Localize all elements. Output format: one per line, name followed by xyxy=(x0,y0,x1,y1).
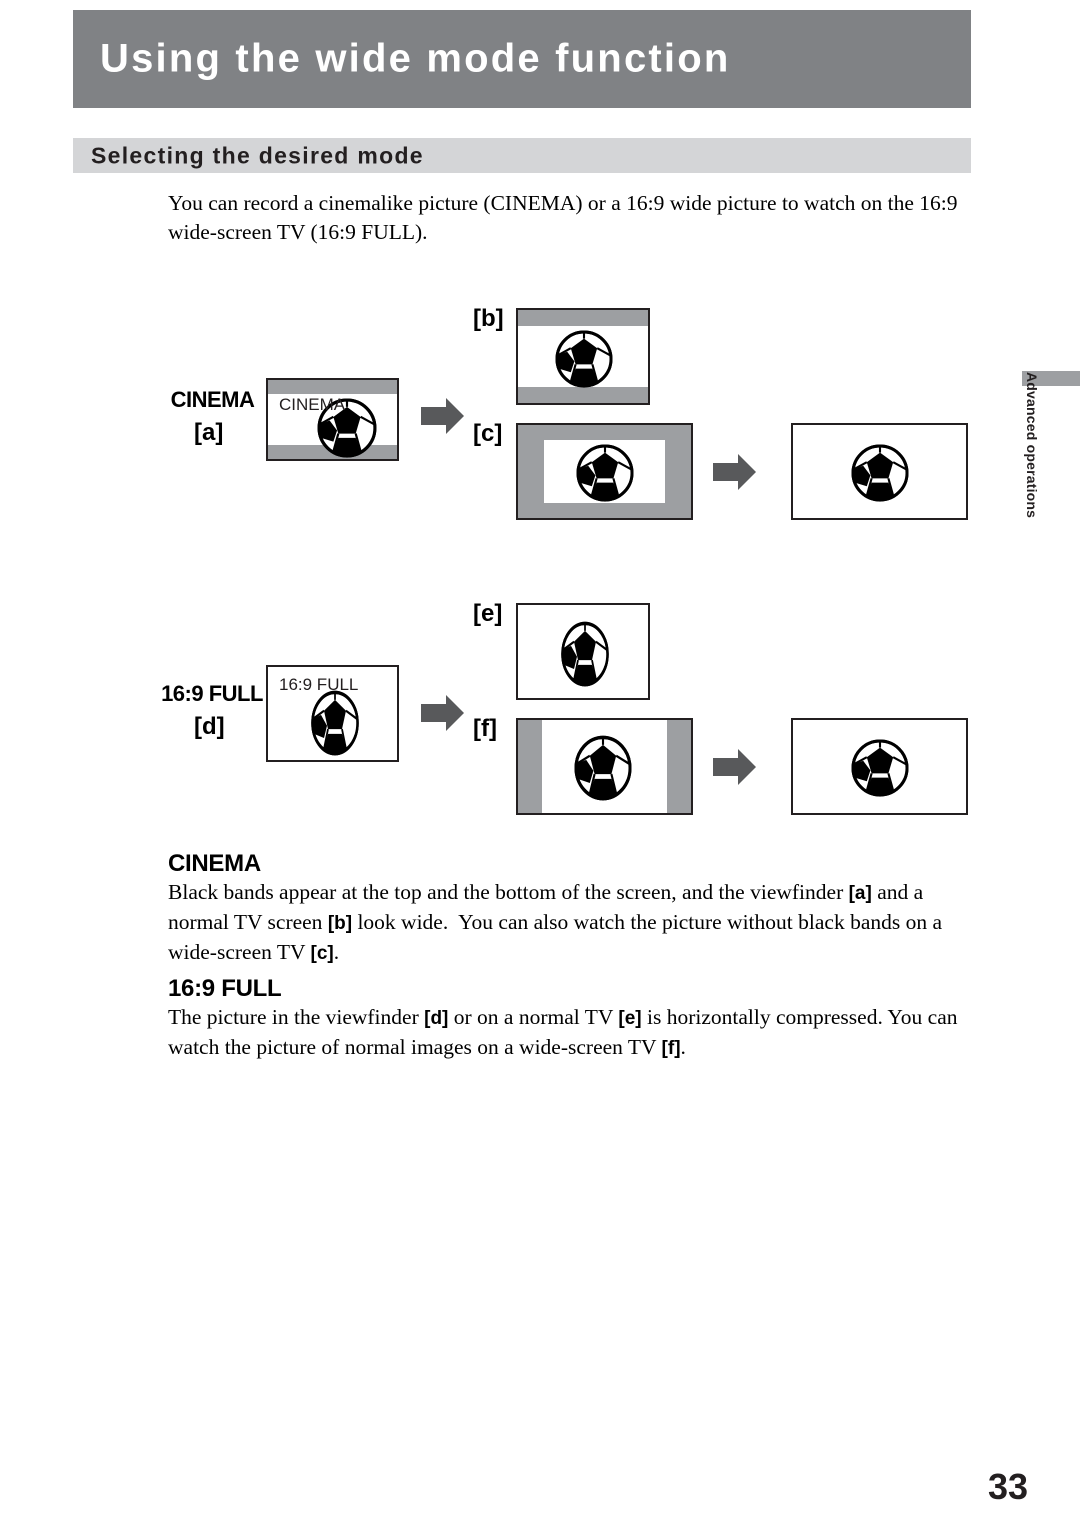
screen-normal-tv-cinema xyxy=(516,308,650,405)
section-subtitle: Selecting the desired mode xyxy=(91,142,424,168)
diagram-full169-source-tag: [d] xyxy=(194,713,225,740)
soccer-ball-icon xyxy=(850,443,910,508)
intro-paragraph: You can record a cinemalike picture (CIN… xyxy=(168,191,958,244)
flow-arrow-right-icon xyxy=(421,693,465,738)
soccer-ball-squashed-icon xyxy=(560,620,610,693)
soccer-ball-icon xyxy=(554,329,614,394)
osd-cinema-indicator: CINEMA xyxy=(279,395,346,414)
section-subtitle-bar: Selecting the desired mode xyxy=(73,138,971,173)
soccer-ball-squashed-icon xyxy=(310,689,360,760)
screen-widescreen-tv-cinema xyxy=(516,423,693,520)
pillarbox-band-right xyxy=(667,720,691,813)
flow-arrow-right-icon xyxy=(713,452,757,497)
letterbox-band-top xyxy=(268,380,397,394)
page-number: 33 xyxy=(987,1466,1028,1507)
page-title: Using the wide mode function xyxy=(100,36,731,81)
diagram-tag-c: [c] xyxy=(473,420,503,447)
diagram-cinema-mode-label: CINEMA xyxy=(170,387,255,412)
side-tab-label: Advanced operations xyxy=(1024,372,1040,519)
diagram-cinema-source-tag: [a] xyxy=(194,419,224,446)
flow-arrow-right-icon xyxy=(421,396,465,441)
page-title-bar: Using the wide mode function xyxy=(73,10,971,108)
flow-arrow-right-icon xyxy=(713,747,757,792)
section-heading-cinema: CINEMA xyxy=(168,850,261,877)
section-body-cinema: Black bands appear at the top and the bo… xyxy=(168,880,943,964)
section-body-full169: The picture in the viewfinder [d] or on … xyxy=(168,1005,958,1059)
osd-169full-indicator: 16:9 FULL xyxy=(279,675,359,694)
diagram-tag-f: [f] xyxy=(473,715,497,742)
soccer-ball-icon xyxy=(573,734,633,807)
screen-widescreen-tv-cinema-final xyxy=(791,423,968,520)
screen-normal-tv-full169 xyxy=(516,603,650,700)
letterbox-band-top xyxy=(518,310,648,326)
diagram-full169-mode-label: 16:9 FULL xyxy=(161,681,263,706)
screen-widescreen-tv-full169-final xyxy=(791,718,968,815)
soccer-ball-icon xyxy=(850,738,910,803)
screen-viewfinder-full169: 16:9 FULL xyxy=(266,665,399,762)
pillarbox-band-left xyxy=(518,720,542,813)
soccer-ball-icon xyxy=(575,443,635,508)
screen-widescreen-tv-full169 xyxy=(516,718,693,815)
diagram-tag-b: [b] xyxy=(473,305,504,332)
diagram-tag-e: [e] xyxy=(473,600,503,627)
section-heading-full169: 16:9 FULL xyxy=(168,975,282,1002)
screen-viewfinder-cinema: CINEMA xyxy=(266,378,399,461)
